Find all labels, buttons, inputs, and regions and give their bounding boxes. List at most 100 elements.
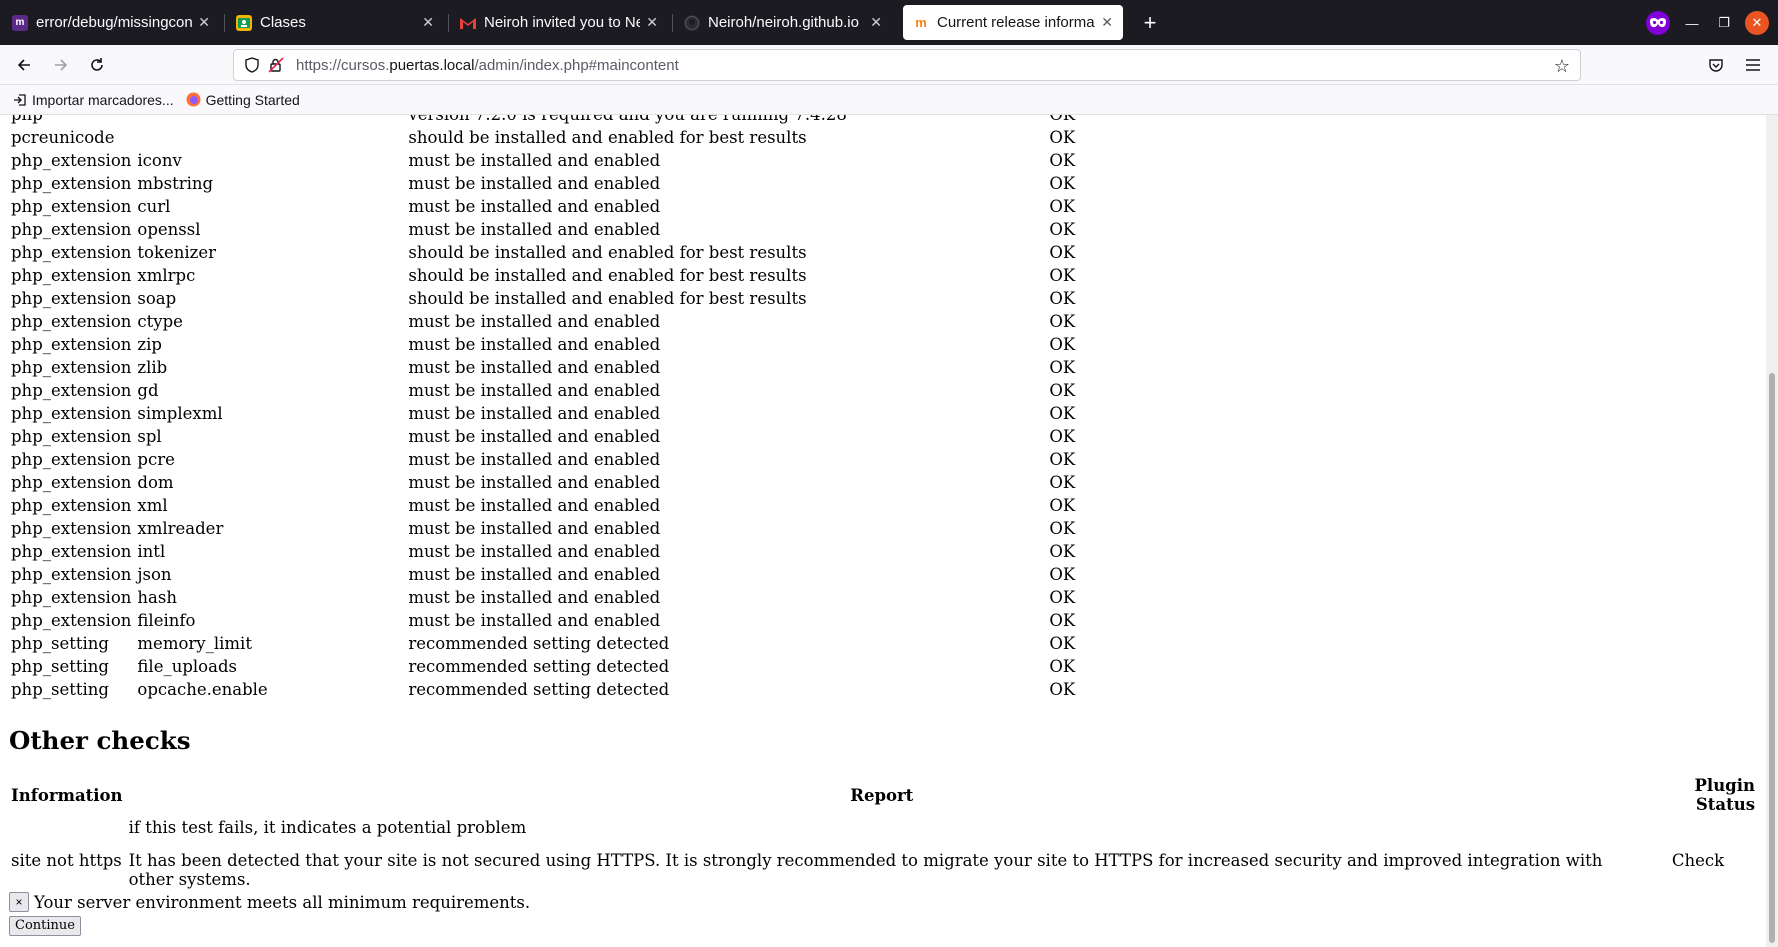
check-status-cell: OK: [1049, 634, 1076, 653]
check-info-cell: zlib: [137, 358, 168, 377]
tab-0[interactable]: m error/debug/missingconfi ✕: [2, 5, 220, 40]
report-header: Report: [850, 785, 914, 805]
check-status-cell: OK: [1049, 542, 1076, 561]
table-row: php_extension mbstring must be installed a…: [8, 172, 1106, 195]
reload-button[interactable]: [83, 51, 111, 79]
dismiss-message-button[interactable]: ×: [9, 892, 29, 912]
check-status-cell: OK: [1049, 266, 1076, 285]
continue-button[interactable]: Continue: [9, 916, 81, 936]
check-report-cell: must be installed and enabled: [408, 312, 661, 331]
check-name-cell: php_extension: [11, 427, 132, 446]
check-status-cell: OK: [1049, 151, 1076, 170]
table-row: php_extension zlib must be installed and e…: [8, 356, 1106, 379]
vertical-scrollbar[interactable]: [1766, 115, 1778, 947]
check-report-cell: must be installed and enabled: [408, 496, 661, 515]
check-info-cell: zip: [137, 335, 162, 354]
table-row: pcreunicode should be installed and enabl…: [8, 126, 1106, 149]
tab-title: Current release informati: [937, 14, 1096, 31]
check-report-cell: must be installed and enabled: [408, 542, 661, 561]
close-window-icon[interactable]: ✕: [1745, 11, 1769, 35]
check-name-cell: php_extension: [11, 312, 132, 331]
tracking-protection-shield-icon[interactable]: [242, 55, 262, 75]
information-cell: site not https: [11, 851, 122, 870]
close-tab-icon[interactable]: ✕: [646, 14, 658, 31]
check-info-cell: file_uploads: [137, 657, 237, 676]
check-name-cell: php_extension: [11, 611, 132, 630]
check-report-cell: must be installed and enabled: [408, 335, 661, 354]
scrollbar-thumb[interactable]: [1769, 373, 1775, 943]
table-row: php_extension xml must be installed and en…: [8, 494, 1106, 517]
table-row: php_extension xmlrpc should be installed a…: [8, 264, 1106, 287]
pocket-icon[interactable]: [1702, 51, 1730, 79]
close-tab-icon[interactable]: ✕: [198, 14, 210, 31]
check-name-cell: php_extension: [11, 496, 132, 515]
menu-hamburger-icon[interactable]: [1739, 51, 1767, 79]
check-info-cell: curl: [137, 197, 171, 216]
check-status-cell: OK: [1049, 427, 1076, 446]
tab-title: Clases: [260, 14, 306, 31]
check-info-cell: memory_limit: [137, 634, 252, 653]
environment-ok-message: × Your server environment meets all mini…: [9, 892, 530, 912]
url-text: https://cursos.puertas.local/admin/index…: [296, 56, 679, 74]
back-button[interactable]: [10, 51, 38, 79]
check-name-cell: pcreunicode: [11, 128, 115, 147]
check-status-cell: OK: [1049, 404, 1076, 423]
table-row: php_extension gd must be installed and ena…: [8, 379, 1106, 402]
bookmark-label: Getting Started: [205, 91, 300, 108]
check-report-cell: must be installed and enabled: [408, 565, 661, 584]
tab-1[interactable]: Clases ✕: [226, 5, 444, 40]
check-info-cell: mbstring: [137, 174, 214, 193]
tab-2[interactable]: Neiroh invited you to Nei ✕: [450, 5, 668, 40]
table-row: php_setting memory_limit recommended setti…: [8, 632, 1106, 655]
plugin-status-header: Plugin Status: [1694, 776, 1755, 814]
tab-3[interactable]: Neiroh/neiroh.github.io ✕: [674, 5, 892, 40]
status-cell[interactable]: Check: [1638, 839, 1758, 891]
check-report-cell: must be installed and enabled: [408, 174, 661, 193]
check-report-cell: must be installed and enabled: [408, 358, 661, 377]
check-name-cell: php_extension: [11, 450, 132, 469]
minimize-window-icon[interactable]: —: [1680, 11, 1704, 35]
forward-button[interactable]: [47, 51, 75, 79]
report-cell: if this test fails, it indicates a poten…: [128, 818, 527, 837]
table-row: php_extension fileinfo must be installed a…: [8, 609, 1106, 632]
check-info-cell: simplexml: [137, 404, 223, 423]
insecure-lock-icon[interactable]: [266, 55, 286, 75]
check-status-cell: OK: [1049, 128, 1076, 147]
tab-title: Neiroh/neiroh.github.io: [708, 14, 859, 31]
table-row: php_extension openssl must be installed an…: [8, 218, 1106, 241]
restore-window-icon[interactable]: ❐: [1712, 11, 1736, 35]
tab-title: error/debug/missingconfi: [36, 14, 193, 31]
table-row: php_extension zip must be installed and en…: [8, 333, 1106, 356]
check-info-cell: ctype: [137, 312, 183, 331]
table-row: php_extension ctype must be installed and …: [8, 310, 1106, 333]
bookmark-star-icon[interactable]: ☆: [1552, 56, 1572, 76]
google-classroom-icon: [236, 14, 252, 31]
close-tab-icon[interactable]: ✕: [1101, 14, 1113, 31]
check-report-cell: must be installed and enabled: [408, 197, 661, 216]
url-bar[interactable]: https://cursos.puertas.local/admin/index…: [233, 49, 1581, 81]
bookmark-import[interactable]: Importar marcadores...: [12, 92, 174, 108]
check-info-cell: soap: [137, 289, 177, 308]
table-row: php_setting file_uploads recommended setti…: [8, 655, 1106, 678]
table-row: php_extension intl must be installed and e…: [8, 540, 1106, 563]
firefox-icon: [186, 92, 202, 108]
check-name-cell: php_extension: [11, 473, 132, 492]
check-status-cell: OK: [1049, 496, 1076, 515]
check-status-cell: OK: [1049, 611, 1076, 630]
tab-strip: m error/debug/missingconfi ✕ Clases ✕ Ne…: [0, 0, 1778, 45]
check-status-cell: OK: [1049, 197, 1076, 216]
check-report-cell: must be installed and enabled: [408, 220, 661, 239]
close-tab-icon[interactable]: ✕: [870, 14, 882, 31]
status-cell: [1638, 816, 1758, 839]
tab-4-active[interactable]: m Current release informati ✕: [903, 5, 1123, 40]
check-name-cell: php_setting: [11, 680, 109, 699]
table-row: php_extension iconv must be installed and …: [8, 149, 1106, 172]
bookmark-getting-started[interactable]: Getting Started: [186, 92, 300, 108]
check-status-cell: OK: [1049, 588, 1076, 607]
check-report-cell: must be installed and enabled: [408, 519, 661, 538]
close-tab-icon[interactable]: ✕: [422, 14, 434, 31]
new-tab-button[interactable]: +: [1135, 8, 1165, 38]
check-report-cell: must be installed and enabled: [408, 381, 661, 400]
check-name-cell: php_setting: [11, 657, 109, 676]
check-status-cell: OK: [1049, 220, 1076, 239]
